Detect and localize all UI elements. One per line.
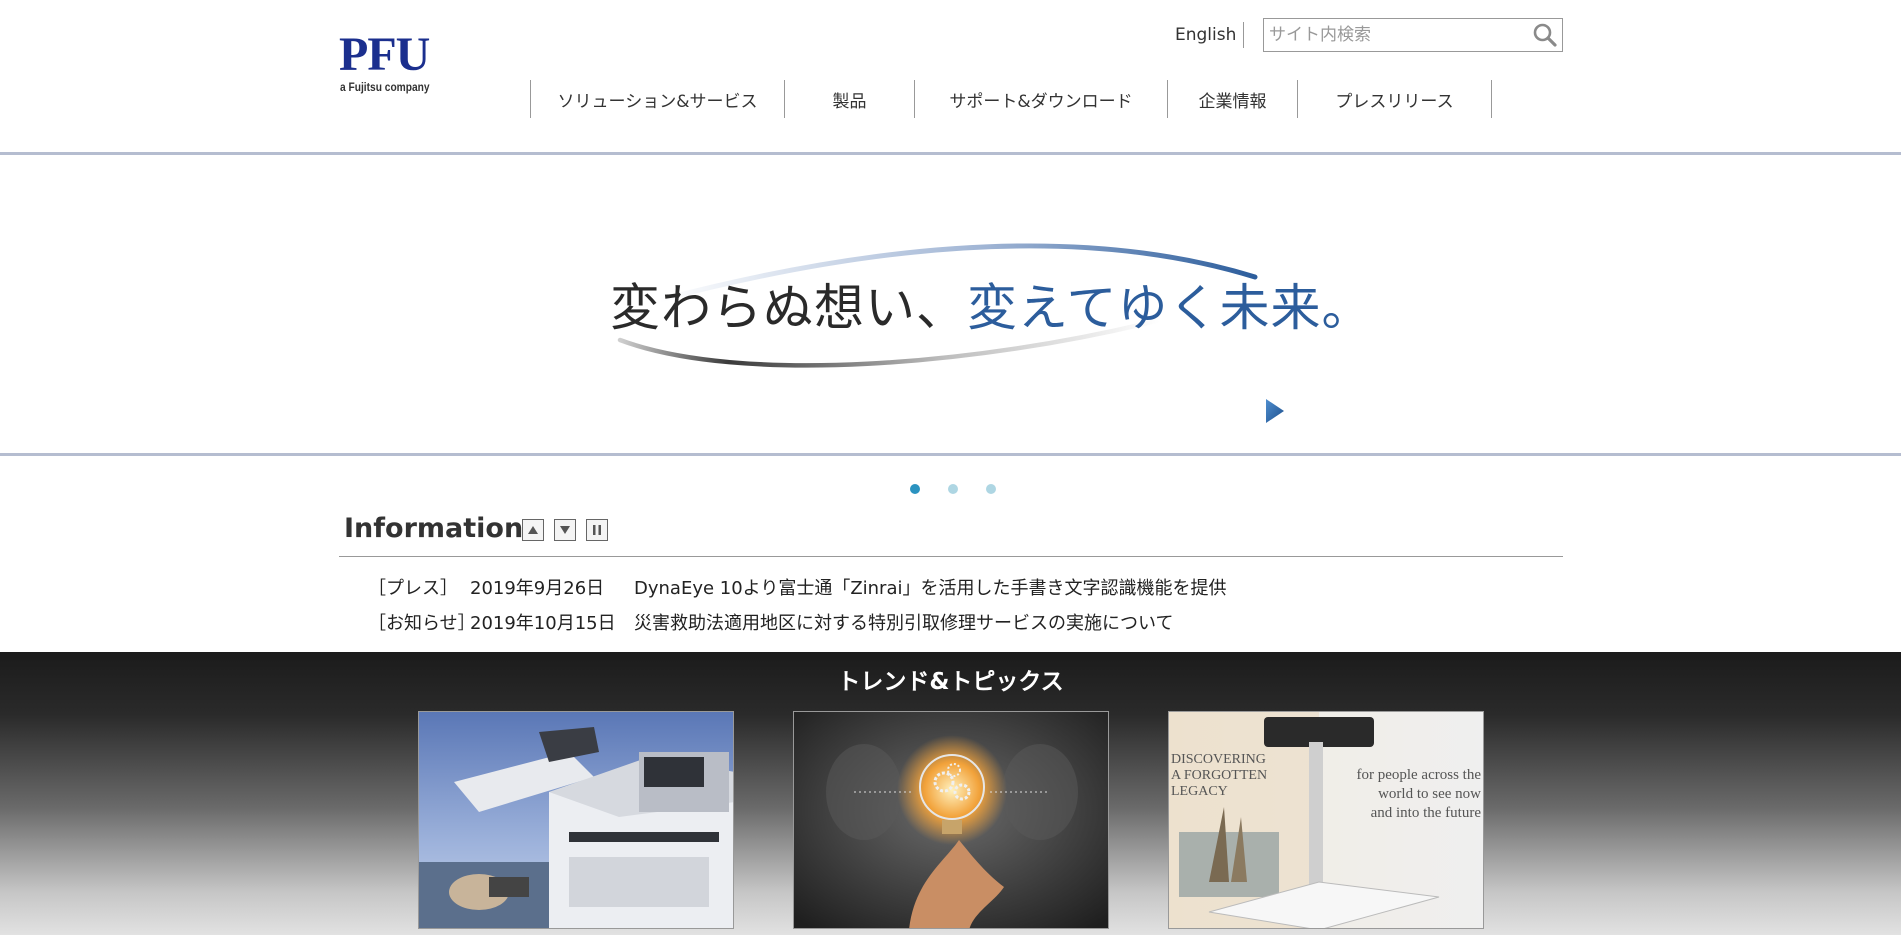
english-link[interactable]: English bbox=[1175, 25, 1236, 45]
scanner-image bbox=[419, 712, 733, 928]
pause-icon bbox=[593, 525, 601, 535]
triangle-down-icon bbox=[560, 526, 570, 534]
main-nav: ソリューション&サービス 製品 サポート&ダウンロード 企業情報 プレスリリース bbox=[530, 80, 1492, 118]
slogan-part2: 変えてゆく未来。 bbox=[967, 279, 1373, 337]
site-header: PFU a Fujitsu company English ソリューション&サー… bbox=[0, 0, 1901, 155]
trends-heading: トレンド&トピックス bbox=[837, 669, 1064, 695]
trend-card-scanner[interactable] bbox=[418, 711, 734, 929]
trend-card-book-scanner[interactable]: DISCOVERING A FORGOTTEN LEGACY for peopl… bbox=[1168, 711, 1484, 929]
information-list: ［プレス］ 2019年9月26日 DynaEye 10より富士通「Zinrai」… bbox=[368, 569, 1227, 639]
slogan-part1: 変わらぬ想い、 bbox=[610, 279, 967, 337]
search-box bbox=[1263, 18, 1563, 52]
information-heading: Information bbox=[344, 513, 524, 544]
triangle-up-icon bbox=[528, 526, 538, 534]
card-text-right: for people across the world to see now a… bbox=[1356, 767, 1481, 821]
news-category: ［プレス］ bbox=[368, 577, 458, 599]
nav-item-press[interactable]: プレスリリース bbox=[1297, 80, 1492, 118]
slide-dot-2[interactable] bbox=[948, 484, 958, 494]
trends-section: トレンド&トピックス DISCOVERING A FORGOTTEN LEGAC… bbox=[0, 652, 1901, 935]
divider bbox=[1243, 22, 1244, 48]
next-slide-arrow-icon[interactable] bbox=[1264, 397, 1286, 425]
search-input[interactable] bbox=[1264, 19, 1529, 51]
news-link[interactable]: DynaEye 10より富士通「Zinrai」を活用した手書き文字認識機能を提供 bbox=[634, 574, 1227, 600]
news-category: ［お知らせ］ bbox=[368, 612, 476, 634]
hero-banner[interactable]: 変わらぬ想い、変えてゆく未来。 bbox=[0, 155, 1901, 456]
slide-dot-1[interactable] bbox=[910, 484, 920, 494]
slide-dot-3[interactable] bbox=[986, 484, 996, 494]
trend-card-lightbulb[interactable] bbox=[793, 711, 1109, 929]
card-text-left: DISCOVERING A FORGOTTEN LEGACY bbox=[1171, 752, 1268, 799]
logo-tagline: a Fujitsu company bbox=[340, 80, 430, 94]
divider bbox=[339, 556, 1563, 557]
lightbulb-image bbox=[794, 712, 1108, 928]
search-icon[interactable] bbox=[1532, 22, 1558, 48]
nav-item-support[interactable]: サポート&ダウンロード bbox=[914, 80, 1167, 118]
nav-item-products[interactable]: 製品 bbox=[784, 80, 914, 118]
news-date: 2019年9月26日 bbox=[470, 577, 605, 599]
news-date: 2019年10月15日 bbox=[470, 612, 616, 634]
news-link[interactable]: 災害救助法適用地区に対する特別引取修理サービスの実施について bbox=[634, 609, 1173, 635]
pfu-logo[interactable]: PFU a Fujitsu company bbox=[339, 28, 457, 95]
information-controls bbox=[522, 519, 608, 541]
pause-button[interactable] bbox=[586, 519, 608, 541]
hero-slogan: 変わらぬ想い、変えてゆく未来。 bbox=[610, 268, 1373, 340]
list-item[interactable]: ［プレス］ 2019年9月26日 DynaEye 10より富士通「Zinrai」… bbox=[368, 569, 1227, 604]
scroll-down-button[interactable] bbox=[554, 519, 576, 541]
logo-wordmark: PFU bbox=[339, 28, 430, 81]
nav-item-company[interactable]: 企業情報 bbox=[1167, 80, 1297, 118]
list-item[interactable]: ［お知らせ］ 2019年10月15日 災害救助法適用地区に対する特別引取修理サー… bbox=[368, 604, 1227, 639]
scroll-up-button[interactable] bbox=[522, 519, 544, 541]
nav-item-solutions[interactable]: ソリューション&サービス bbox=[530, 80, 784, 118]
slide-indicators bbox=[910, 484, 996, 494]
